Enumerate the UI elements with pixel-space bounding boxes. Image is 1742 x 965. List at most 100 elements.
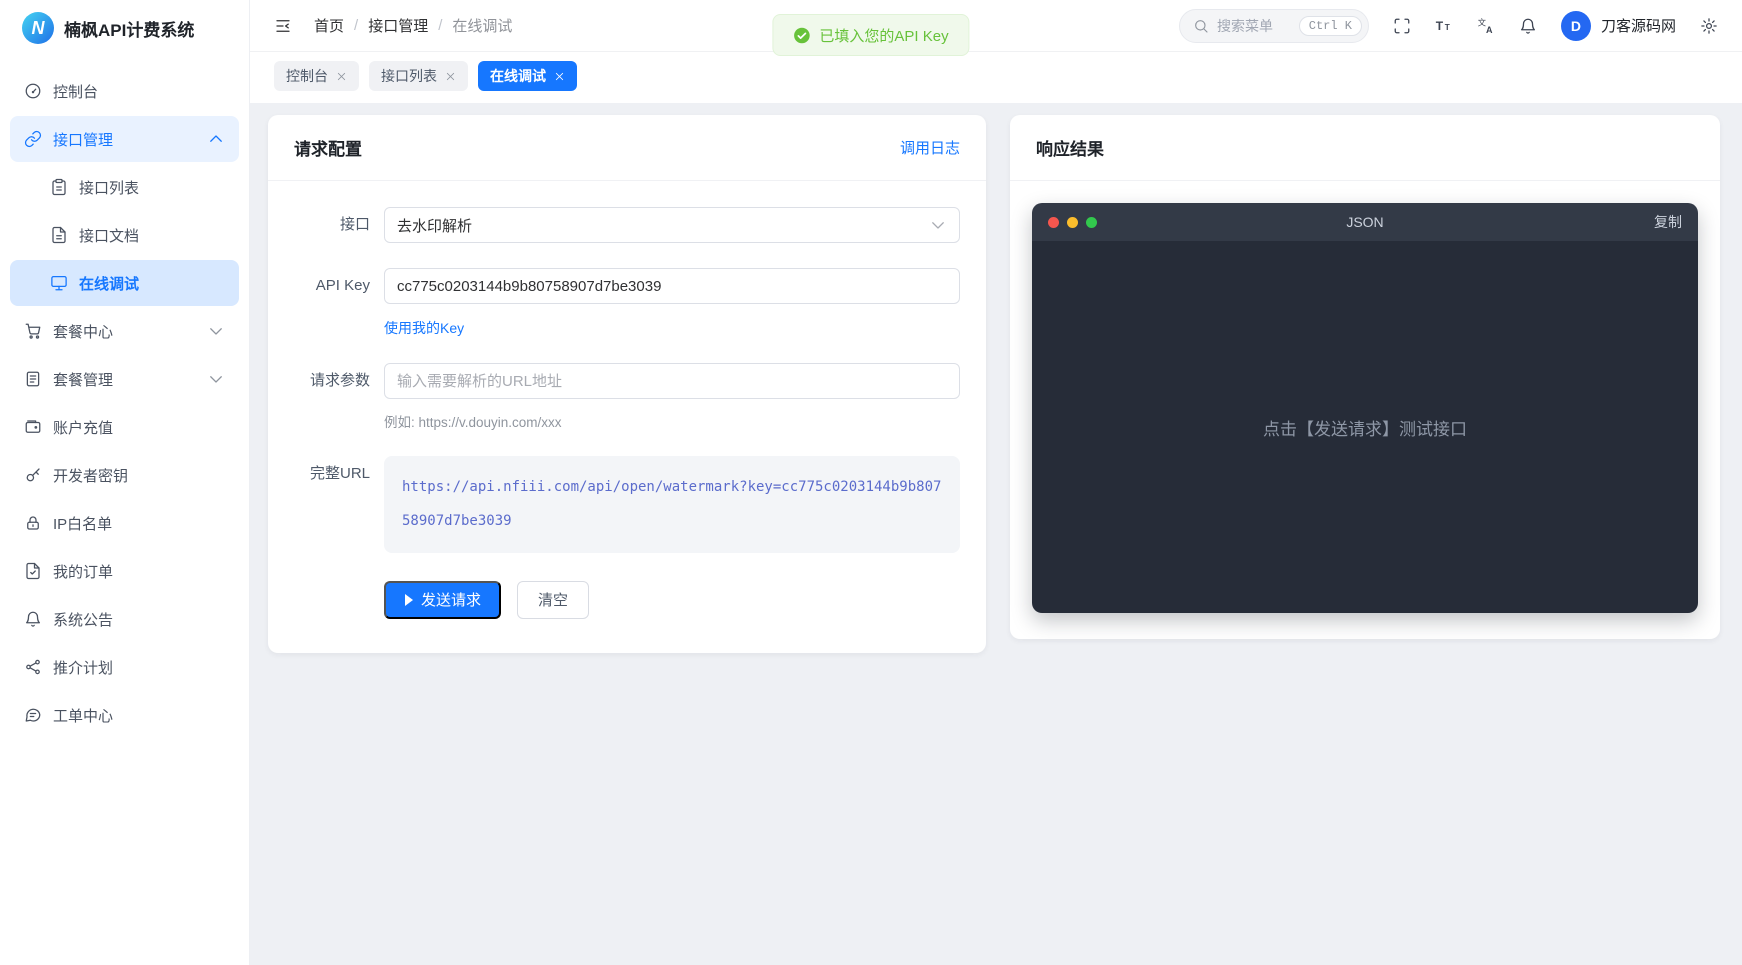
api-select-label: 接口 xyxy=(294,207,370,243)
tab-bar: 控制台 接口列表 在线调试 xyxy=(250,52,1742,103)
sidebar-item-label: 套餐中心 xyxy=(53,321,196,342)
request-params-input[interactable] xyxy=(384,363,960,399)
copy-button[interactable]: 复制 xyxy=(1654,212,1682,232)
tab-label: 接口列表 xyxy=(381,66,437,86)
notification-bell-icon[interactable] xyxy=(1519,17,1537,35)
sidebar-item-package-management[interactable]: 套餐管理 xyxy=(10,356,239,402)
breadcrumb-separator: / xyxy=(438,17,442,34)
request-params-label: 请求参数 xyxy=(294,363,370,431)
tab-label: 在线调试 xyxy=(490,66,546,86)
full-url-label: 完整URL xyxy=(294,456,370,553)
request-form: 接口 去水印解析 API Key 使用我的Key xyxy=(268,181,986,653)
main-area: 首页 / 接口管理 / 在线调试 搜索菜单 Ctrl K TT 文A D 刀客源… xyxy=(250,0,1742,965)
wallet-icon xyxy=(24,418,42,436)
document-icon xyxy=(50,226,68,244)
params-example-hint: 例如: https://v.douyin.com/xxx xyxy=(384,411,960,431)
sidebar-item-label: 在线调试 xyxy=(79,273,225,294)
svg-text:A: A xyxy=(1486,24,1493,34)
breadcrumb: 首页 / 接口管理 / 在线调试 xyxy=(314,15,512,36)
send-request-label: 发送请求 xyxy=(421,589,481,610)
tab-label: 控制台 xyxy=(286,66,328,86)
api-key-input[interactable] xyxy=(384,268,960,304)
full-url-row: 完整URL https://api.nfiii.com/api/open/wat… xyxy=(294,456,960,553)
settings-gear-icon[interactable] xyxy=(1700,17,1718,35)
sidebar-item-label: 系统公告 xyxy=(53,609,225,630)
sidebar-item-online-debug[interactable]: 在线调试 xyxy=(10,260,239,306)
success-check-icon xyxy=(793,27,810,44)
header-actions: 搜索菜单 Ctrl K TT 文A D 刀客源码网 xyxy=(1179,9,1718,43)
translate-icon[interactable]: 文A xyxy=(1477,17,1495,35)
close-icon[interactable] xyxy=(445,71,456,82)
tab-online-debug[interactable]: 在线调试 xyxy=(478,61,577,91)
response-terminal: JSON 复制 点击【发送请求】测试接口 xyxy=(1032,203,1698,613)
sidebar-item-label: IP白名单 xyxy=(53,513,225,534)
send-request-button[interactable]: 发送请求 xyxy=(384,581,501,619)
sidebar-item-api-docs[interactable]: 接口文档 xyxy=(10,212,239,258)
yellow-dot-icon xyxy=(1067,217,1078,228)
chevron-down-icon xyxy=(207,370,225,388)
close-icon[interactable] xyxy=(554,71,565,82)
search-icon xyxy=(1193,18,1209,34)
sidebar-item-tickets[interactable]: 工单中心 xyxy=(10,692,239,738)
sidebar-item-recharge[interactable]: 账户充值 xyxy=(10,404,239,450)
sidebar-item-label: 推介计划 xyxy=(53,657,225,678)
response-panel: 响应结果 JSON 复制 点击【发送请求】测试接口 xyxy=(1010,115,1720,639)
breadcrumb-home[interactable]: 首页 xyxy=(314,15,344,36)
terminal-output: 点击【发送请求】测试接口 xyxy=(1032,241,1698,613)
svg-text:文: 文 xyxy=(1478,17,1486,27)
clear-button[interactable]: 清空 xyxy=(517,581,589,619)
sidebar-item-ip-whitelist[interactable]: IP白名单 xyxy=(10,500,239,546)
page-content: 请求配置 调用日志 接口 去水印解析 API Key xyxy=(250,103,1742,965)
sidebar-item-label: 控制台 xyxy=(53,81,225,102)
cart-icon xyxy=(24,322,42,340)
chevron-up-icon xyxy=(207,130,225,148)
search-input[interactable]: 搜索菜单 Ctrl K xyxy=(1179,9,1369,43)
search-placeholder: 搜索菜单 xyxy=(1217,16,1291,36)
bell-icon xyxy=(24,610,42,628)
sidebar-item-announcements[interactable]: 系统公告 xyxy=(10,596,239,642)
sidebar-item-api-management[interactable]: 接口管理 xyxy=(10,116,239,162)
sidebar-item-label: 套餐管理 xyxy=(53,369,196,390)
app-title: 楠枫API计费系统 xyxy=(64,16,194,41)
sidebar-item-label: 接口管理 xyxy=(53,129,196,150)
api-select[interactable]: 去水印解析 xyxy=(384,207,960,243)
chevron-down-icon xyxy=(929,216,947,234)
svg-text:T: T xyxy=(1436,18,1444,32)
breadcrumb-current: 在线调试 xyxy=(452,15,512,36)
breadcrumb-api-management[interactable]: 接口管理 xyxy=(368,15,428,36)
avatar: D xyxy=(1561,11,1591,41)
fullscreen-icon[interactable] xyxy=(1393,17,1411,35)
monitor-icon xyxy=(50,274,68,292)
api-select-row: 接口 去水印解析 xyxy=(294,207,960,243)
sidebar: N 楠枫API计费系统 控制台 接口管理 接口列表 接口文档 在线调试 套餐中心 xyxy=(0,0,250,965)
call-log-link[interactable]: 调用日志 xyxy=(900,137,960,158)
use-my-key-link[interactable]: 使用我的Key xyxy=(384,318,464,338)
close-icon[interactable] xyxy=(336,71,347,82)
sidebar-item-my-orders[interactable]: 我的订单 xyxy=(10,548,239,594)
sidebar-item-api-list[interactable]: 接口列表 xyxy=(10,164,239,210)
tab-api-list[interactable]: 接口列表 xyxy=(369,61,468,91)
request-config-panel: 请求配置 调用日志 接口 去水印解析 API Key xyxy=(268,115,986,653)
svg-text:T: T xyxy=(1445,22,1450,31)
sidebar-item-referral[interactable]: 推介计划 xyxy=(10,644,239,690)
panel-title: 响应结果 xyxy=(1036,135,1104,160)
sidebar-item-console[interactable]: 控制台 xyxy=(10,68,239,114)
full-url-value: https://api.nfiii.com/api/open/watermark… xyxy=(384,456,960,553)
sidebar-item-dev-keys[interactable]: 开发者密钥 xyxy=(10,452,239,498)
lock-icon xyxy=(24,514,42,532)
sidebar-item-package-center[interactable]: 套餐中心 xyxy=(10,308,239,354)
tab-console[interactable]: 控制台 xyxy=(274,61,359,91)
response-panel-header: 响应结果 xyxy=(1010,115,1720,181)
dashboard-icon xyxy=(24,82,42,100)
order-check-icon xyxy=(24,562,42,580)
link-icon xyxy=(24,130,42,148)
collapse-sidebar-icon[interactable] xyxy=(274,17,292,35)
font-size-icon[interactable]: TT xyxy=(1435,17,1453,35)
clear-label: 清空 xyxy=(538,589,568,610)
user-menu[interactable]: D 刀客源码网 xyxy=(1561,11,1676,41)
terminal-header: JSON 复制 xyxy=(1032,203,1698,241)
app-logo[interactable]: N 楠枫API计费系统 xyxy=(0,0,249,56)
sidebar-item-label: 工单中心 xyxy=(53,705,225,726)
red-dot-icon xyxy=(1048,217,1059,228)
sidebar-item-label: 我的订单 xyxy=(53,561,225,582)
